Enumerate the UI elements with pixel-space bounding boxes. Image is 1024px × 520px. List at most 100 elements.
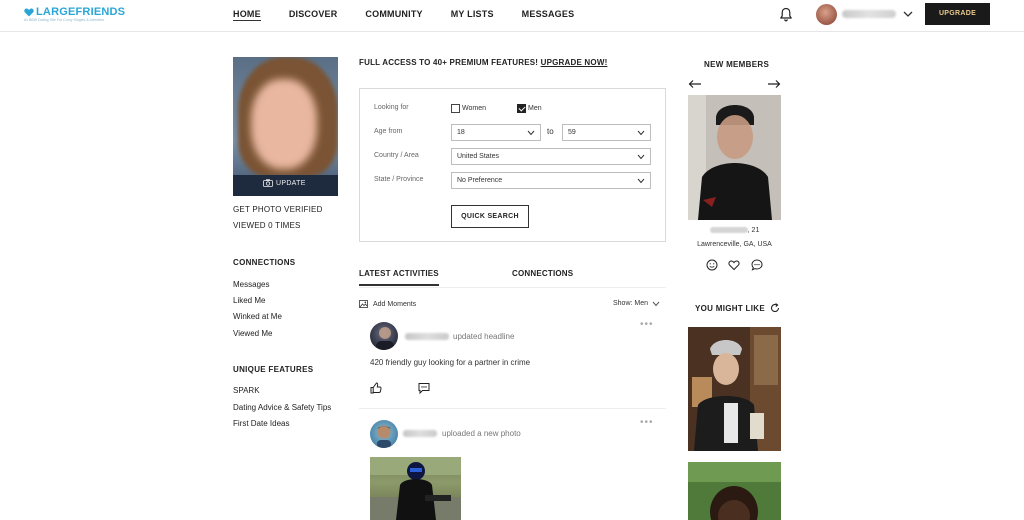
chevron-down-icon (527, 130, 535, 136)
add-moments-label: Add Moments (373, 300, 417, 308)
country-label: Country / Area (374, 152, 419, 159)
unique-features-heading: UNIQUE FEATURES (233, 365, 314, 374)
you-might-like-heading: YOU MIGHT LIKE (695, 303, 780, 313)
more-options-icon[interactable]: ••• (640, 418, 654, 428)
nav-home[interactable]: HOME (233, 0, 261, 32)
chevron-down-icon (637, 178, 645, 184)
chevron-down-icon (637, 154, 645, 160)
refresh-icon[interactable] (770, 303, 780, 313)
tab-connections[interactable]: CONNECTIONS (512, 269, 573, 278)
post-photo[interactable] (370, 457, 461, 520)
nav-community[interactable]: COMMUNITY (365, 0, 422, 32)
new-member-caption: , 21 (688, 227, 781, 234)
nav-messages[interactable]: MESSAGES (522, 0, 575, 32)
age-to-value: 59 (568, 129, 576, 136)
looking-for-label: Looking for (374, 104, 409, 111)
chevron-down-icon (637, 130, 645, 136)
profile-photo-face (251, 79, 317, 169)
suggested-member-photo[interactable] (688, 462, 781, 520)
country-select[interactable]: United States (451, 148, 651, 165)
feature-dating-advice-link[interactable]: Dating Advice & Safety Tips (233, 403, 331, 412)
post-author-avatar[interactable] (370, 420, 398, 448)
post-author-avatar[interactable] (370, 322, 398, 350)
upgrade-button[interactable]: UPGRADE (925, 3, 990, 25)
get-photo-verified-link[interactable]: GET PHOTO VERIFIED (233, 205, 323, 214)
feature-spark-link[interactable]: SPARK (233, 386, 260, 395)
add-moments-button[interactable]: Add Moments (359, 300, 416, 308)
bell-icon[interactable] (779, 7, 793, 22)
state-label: State / Province (374, 176, 424, 183)
logo-text: LARGEFRIENDS (36, 6, 126, 18)
heart-logo-icon (24, 8, 34, 17)
age-from-value: 18 (457, 129, 465, 136)
show-filter-label: Show: Men (613, 300, 649, 307)
chevron-down-icon (652, 301, 660, 306)
arrow-right-icon[interactable] (767, 79, 781, 89)
women-label: Women (462, 105, 486, 112)
image-icon (359, 300, 368, 308)
upgrade-now-link[interactable]: UPGRADE NOW! (541, 58, 608, 67)
chat-icon[interactable] (751, 259, 763, 271)
connections-winked-link[interactable]: Winked at Me (233, 312, 282, 321)
site-logo[interactable]: LARGEFRIENDS #1 BBW Dating Site For Curv… (24, 7, 125, 23)
age-to-label: to (547, 127, 554, 136)
connections-liked-me-link[interactable]: Liked Me (233, 296, 265, 305)
tab-latest-activities[interactable]: LATEST ACTIVITIES (359, 269, 439, 286)
quick-search-button[interactable]: QUICK SEARCH (451, 205, 529, 228)
user-avatar[interactable] (816, 4, 837, 25)
post-author-name-redacted (403, 430, 437, 437)
main-nav: HOME DISCOVER COMMUNITY MY LISTS MESSAGE… (233, 0, 602, 32)
you-might-like-label: YOU MIGHT LIKE (695, 303, 765, 313)
connections-heading: CONNECTIONS (233, 258, 296, 267)
smile-icon[interactable] (706, 259, 718, 271)
new-member-location: Lawrenceville, GA, USA (697, 241, 772, 248)
chevron-down-icon[interactable] (903, 10, 913, 18)
update-photo-button[interactable]: UPDATE (263, 179, 306, 187)
camera-icon (263, 179, 273, 187)
men-checkbox[interactable] (517, 104, 526, 113)
post-author-name-redacted (405, 333, 449, 340)
promo-text: FULL ACCESS TO 40+ PREMIUM FEATURES! (359, 58, 539, 67)
age-to-select[interactable]: 59 (562, 124, 651, 141)
new-member-name-redacted (709, 227, 748, 234)
profile-photo[interactable]: UPDATE (233, 57, 338, 196)
state-value: No Preference (457, 177, 503, 184)
state-select[interactable]: No Preference (451, 172, 651, 189)
avatar-silhouette (376, 327, 394, 350)
heart-icon[interactable] (728, 259, 740, 271)
update-photo-label: UPDATE (276, 179, 306, 187)
avatar-silhouette (377, 425, 391, 448)
connections-viewed-me-link[interactable]: Viewed Me (233, 329, 272, 338)
username-redacted (842, 10, 896, 18)
more-options-icon[interactable]: ••• (640, 320, 654, 330)
top-header: LARGEFRIENDS #1 BBW Dating Site For Curv… (0, 0, 1024, 32)
viewed-count: VIEWED 0 TIMES (233, 221, 301, 230)
arrow-left-icon[interactable] (688, 79, 702, 89)
men-label: Men (528, 105, 542, 112)
like-icon[interactable] (370, 382, 382, 394)
comment-icon[interactable] (418, 382, 430, 394)
women-checkbox[interactable] (451, 104, 460, 113)
post-headline-text: 420 friendly guy looking for a partner i… (370, 358, 531, 367)
post-photo-image (370, 457, 461, 520)
new-member-image (688, 95, 781, 220)
new-members-heading: NEW MEMBERS (704, 60, 770, 69)
suggested-member-image (688, 327, 781, 451)
connections-messages-link[interactable]: Messages (233, 280, 269, 289)
post-action-text: uploaded a new photo (442, 429, 521, 438)
age-from-select[interactable]: 18 (451, 124, 541, 141)
nav-my-lists[interactable]: MY LISTS (451, 0, 494, 32)
new-member-photo[interactable] (688, 95, 781, 220)
tabs-divider (359, 287, 666, 288)
new-member-age: , 21 (747, 227, 760, 234)
post-divider (359, 408, 666, 409)
premium-promo: FULL ACCESS TO 40+ PREMIUM FEATURES! UPG… (359, 58, 607, 67)
nav-discover[interactable]: DISCOVER (289, 0, 338, 32)
post-action-text: updated headline (453, 332, 515, 341)
logo-tagline: #1 BBW Dating Site For Curvy Singles & A… (24, 18, 104, 22)
feature-first-date-link[interactable]: First Date Ideas (233, 419, 289, 428)
suggested-member-photo[interactable] (688, 327, 781, 451)
show-filter-dropdown[interactable]: Show: Men (613, 300, 660, 307)
age-from-label: Age from (374, 128, 403, 135)
suggested-member-image (688, 462, 781, 520)
